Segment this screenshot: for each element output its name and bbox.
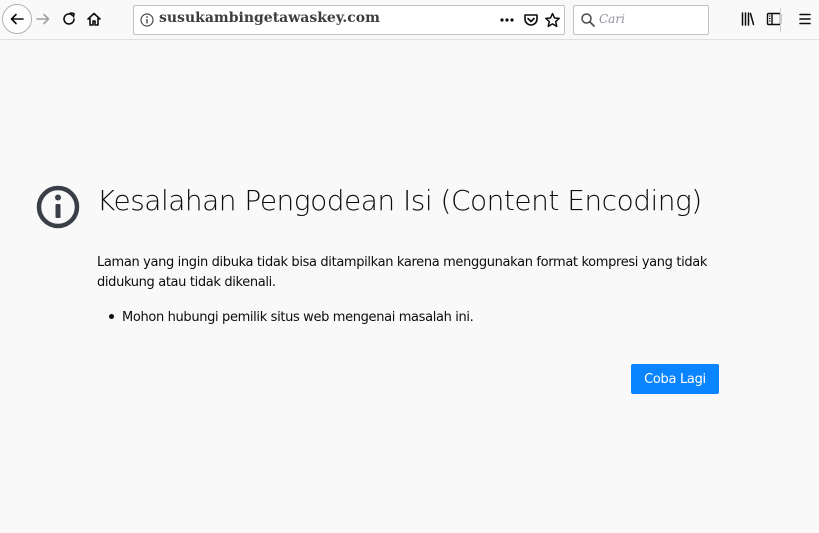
library-icon	[741, 12, 755, 26]
forward-arrow-icon	[36, 13, 50, 25]
url-bar[interactable]: susukambingetawaskey.com	[133, 5, 565, 35]
info-icon	[36, 185, 80, 229]
home-icon	[87, 12, 101, 26]
menu-button[interactable]	[791, 5, 819, 33]
back-arrow-icon	[10, 13, 24, 25]
list-item: Mohon hubungi pemilik situs web mengenai…	[109, 310, 474, 325]
error-description: Laman yang ingin dibuka tidak bisa ditam…	[97, 255, 708, 290]
info-icon[interactable]	[140, 13, 154, 27]
home-button[interactable]	[80, 5, 108, 33]
sidebar-button[interactable]	[760, 5, 788, 33]
toolbar-separator	[780, 8, 781, 32]
pocket-icon[interactable]	[522, 11, 540, 29]
star-icon[interactable]	[543, 11, 561, 29]
library-button[interactable]	[734, 5, 762, 33]
search-icon	[581, 13, 595, 27]
hamburger-menu-icon	[799, 13, 811, 25]
more-icon[interactable]	[498, 11, 516, 29]
bullet-text: Mohon hubungi pemilik situs web mengenai…	[122, 310, 474, 325]
browser-toolbar: susukambingetawaskey.com Cari	[0, 0, 819, 40]
error-title: Kesalahan Pengodean Isi (Content Encodin…	[97, 184, 702, 217]
back-button[interactable]	[2, 4, 32, 34]
retry-button[interactable]: Coba Lagi	[631, 364, 719, 394]
search-placeholder: Cari	[599, 12, 625, 26]
search-bar[interactable]: Cari	[573, 5, 709, 35]
bullet-icon	[109, 313, 114, 319]
reload-button[interactable]	[55, 5, 83, 33]
url-text[interactable]: susukambingetawaskey.com	[159, 10, 380, 26]
forward-button[interactable]	[29, 5, 57, 33]
error-page: Kesalahan Pengodean Isi (Content Encodin…	[0, 40, 819, 533]
reload-icon	[63, 12, 75, 25]
